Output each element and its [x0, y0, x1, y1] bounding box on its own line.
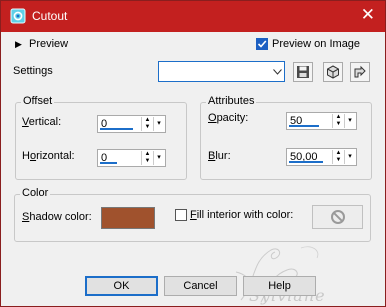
fill-color-swatch[interactable] [312, 205, 363, 229]
horizontal-spinner[interactable]: 0 ▲ ▼ ▾ [97, 149, 166, 167]
caret-right-icon: ▶ [15, 39, 22, 49]
blur-slider-fill[interactable] [289, 161, 323, 163]
cutout-icon [10, 8, 26, 24]
color-legend: Color [20, 187, 51, 199]
save-preset-button[interactable] [293, 62, 313, 82]
opacity-label: Opacity: [208, 112, 249, 124]
blur-label: Blur: [208, 150, 231, 162]
blur-spinner[interactable]: 50,00 ▲ ▼ ▾ [286, 148, 357, 166]
dropdown-arrow-icon[interactable]: ▾ [344, 114, 355, 128]
attributes-legend: Attributes [206, 95, 257, 107]
reset-button[interactable] [323, 62, 343, 82]
chevron-down-icon [270, 62, 284, 81]
cancel-button[interactable]: Cancel [164, 276, 237, 296]
preview-on-image[interactable]: Preview on Image [256, 38, 360, 50]
reset-icon [327, 65, 339, 79]
dialog-body: ▶ Preview Preview on Image Settings Offs… [1, 32, 385, 306]
fill-interior-label: Fill interior with color: [190, 209, 294, 221]
vertical-spinner[interactable]: 0 ▲ ▼ ▾ [97, 115, 166, 133]
preview-on-image-checkbox[interactable] [256, 38, 268, 50]
opacity-spinner[interactable]: 50 ▲ ▼ ▾ [286, 112, 357, 130]
fill-interior-option[interactable]: Fill interior with color: [175, 209, 293, 221]
load-preset-button[interactable] [350, 62, 370, 82]
dropdown-arrow-icon[interactable]: ▾ [344, 150, 355, 164]
no-color-icon [330, 210, 345, 224]
opacity-slider-fill[interactable] [289, 125, 319, 127]
vertical-label: Vertical: [22, 116, 62, 128]
dropdown-arrow-icon[interactable]: ▾ [153, 151, 164, 165]
dropdown-arrow-icon[interactable]: ▾ [153, 117, 164, 131]
offset-legend: Offset [21, 95, 55, 107]
settings-label: Settings [13, 65, 53, 77]
spin-arrows-icon[interactable]: ▲ ▼ [141, 151, 153, 165]
spin-arrows-icon[interactable]: ▲ ▼ [332, 114, 344, 128]
help-button[interactable]: Help [243, 276, 316, 296]
spin-arrows-icon[interactable]: ▲ ▼ [141, 117, 153, 131]
load-preset-icon [354, 65, 366, 78]
close-button[interactable]: ✕ [361, 5, 375, 25]
ok-button[interactable]: OK [85, 276, 158, 296]
preview-toggle[interactable]: ▶ Preview [15, 38, 68, 50]
preview-on-image-label: Preview on Image [272, 38, 361, 50]
title-bar: Cutout ✕ [1, 1, 385, 32]
preview-toggle-label: Preview [28, 38, 69, 50]
shadow-color-swatch[interactable] [101, 207, 155, 229]
window-title: Cutout [32, 9, 68, 23]
shadow-color-label: Shadow color: [22, 211, 92, 223]
settings-combo[interactable] [158, 61, 285, 82]
horizontal-slider-fill[interactable] [100, 162, 117, 164]
offset-group [15, 102, 187, 180]
spin-arrows-icon[interactable]: ▲ ▼ [332, 150, 344, 164]
cutout-dialog: Cutout ✕ ▶ Preview Preview on Image Sett… [0, 0, 386, 307]
vertical-slider-fill[interactable] [100, 128, 133, 130]
horizontal-label: Horizontal: [22, 150, 75, 162]
save-preset-icon [297, 66, 309, 78]
fill-interior-checkbox[interactable] [175, 209, 187, 221]
